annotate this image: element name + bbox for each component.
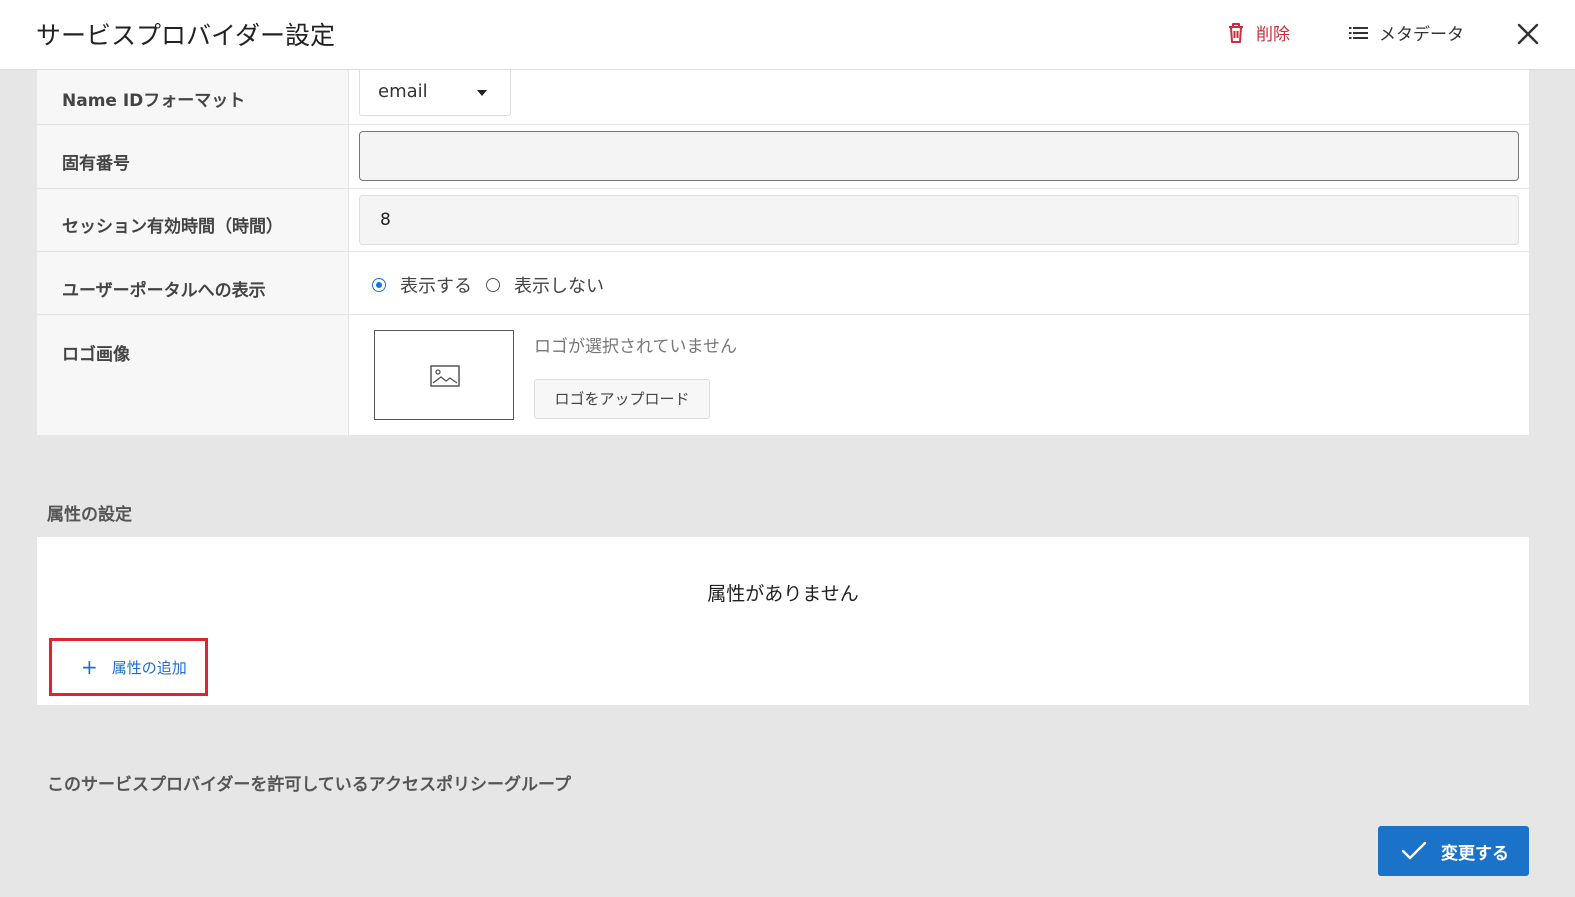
settings-form: Name IDフォーマット email 固有番号 セッション有効時間（時間） 8… bbox=[37, 70, 1529, 435]
name-id-format-label: Name IDフォーマット bbox=[62, 91, 246, 111]
portal-display-label: ユーザーポータルへの表示 bbox=[62, 281, 266, 301]
attributes-section-title: 属性の設定 bbox=[47, 505, 132, 525]
radio-hide[interactable] bbox=[486, 278, 500, 292]
delete-label: 削除 bbox=[1256, 25, 1290, 45]
add-attribute-button[interactable]: + 属性の追加 bbox=[49, 638, 208, 696]
trash-icon bbox=[1226, 22, 1246, 44]
delete-button[interactable]: 削除 bbox=[1226, 20, 1290, 45]
unique-number-label: 固有番号 bbox=[62, 154, 130, 174]
upload-logo-button[interactable]: ロゴをアップロード bbox=[534, 379, 710, 419]
image-placeholder-icon bbox=[430, 365, 460, 387]
logo-label: ロゴ画像 bbox=[62, 345, 130, 365]
radio-show[interactable] bbox=[372, 278, 386, 292]
row-session-duration: セッション有効時間（時間） 8 bbox=[37, 189, 1529, 252]
dialog-title: サービスプロバイダー設定 bbox=[36, 21, 336, 50]
attributes-panel: 属性がありません + 属性の追加 bbox=[37, 537, 1529, 705]
name-id-format-value: email bbox=[378, 81, 428, 102]
policy-groups-section-title: このサービスプロバイダーを許可しているアクセスポリシーグループ bbox=[47, 775, 571, 795]
close-button[interactable] bbox=[1514, 20, 1542, 48]
dialog-header: サービスプロバイダー設定 削除 メタデータ bbox=[0, 0, 1575, 70]
logo-empty-text: ロゴが選択されていません bbox=[534, 337, 737, 357]
radio-show-label[interactable]: 表示する bbox=[400, 272, 472, 298]
metadata-label: メタデータ bbox=[1379, 25, 1464, 45]
session-duration-label: セッション有効時間（時間） bbox=[62, 217, 283, 237]
add-attribute-label: 属性の追加 bbox=[111, 658, 187, 677]
radio-hide-label[interactable]: 表示しない bbox=[514, 272, 604, 298]
row-logo: ロゴ画像 ロゴが選択されていません ロゴをアップロード bbox=[37, 315, 1529, 435]
portal-display-radio-group: 表示する 表示しない bbox=[372, 272, 618, 298]
close-icon bbox=[1514, 20, 1542, 48]
session-duration-input[interactable]: 8 bbox=[359, 195, 1519, 245]
list-icon bbox=[1349, 25, 1369, 41]
check-icon bbox=[1401, 841, 1427, 860]
caret-down-icon bbox=[477, 90, 487, 96]
submit-button[interactable]: 変更する bbox=[1378, 826, 1529, 876]
logo-preview bbox=[374, 330, 514, 420]
submit-label: 変更する bbox=[1441, 843, 1509, 864]
row-unique-number: 固有番号 bbox=[37, 125, 1529, 189]
name-id-format-select[interactable]: email bbox=[359, 70, 511, 116]
plus-icon: + bbox=[81, 655, 98, 679]
attributes-empty-text: 属性がありません bbox=[707, 583, 859, 605]
metadata-button[interactable]: メタデータ bbox=[1349, 20, 1464, 45]
row-name-id-format: Name IDフォーマット email bbox=[37, 70, 1529, 125]
unique-number-input[interactable] bbox=[359, 131, 1519, 181]
row-portal-display: ユーザーポータルへの表示 表示する 表示しない bbox=[37, 252, 1529, 315]
